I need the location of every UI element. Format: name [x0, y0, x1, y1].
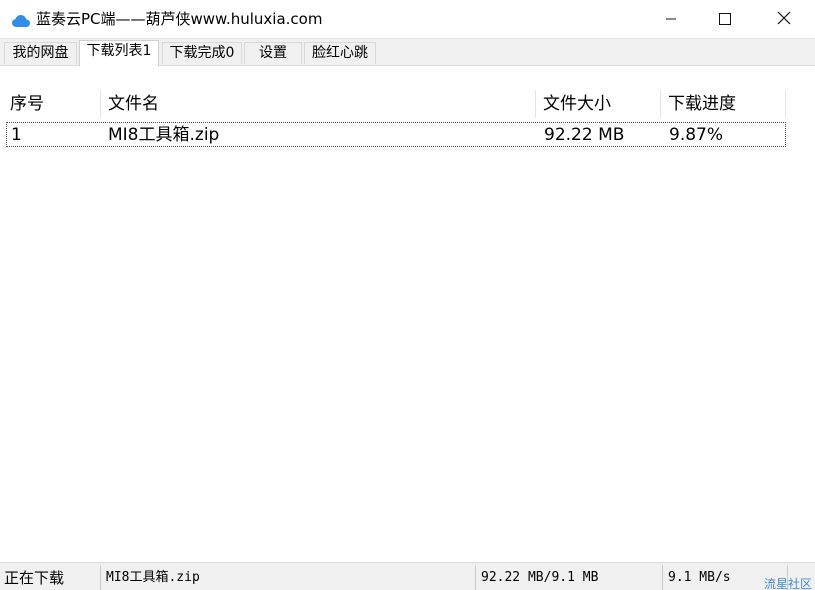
cloud-icon	[12, 12, 30, 27]
row-size: 92.22 MB	[544, 125, 625, 145]
app-window: 蓝奏云PC端——葫芦侠www.huluxia.com 我的网盘 下载列表1 下载…	[0, 0, 815, 590]
status-divider	[100, 565, 101, 590]
status-speed: 9.1 MB/s	[668, 570, 731, 585]
tab-settings[interactable]: 设置	[244, 42, 302, 64]
minimize-button[interactable]	[648, 0, 694, 38]
tab-bar: 我的网盘 下载列表1 下载完成0 设置 脸红心跳	[0, 39, 815, 66]
table-row[interactable]: 1 MI8工具箱.zip 92.22 MB 9.87%	[6, 122, 786, 147]
tab-blush[interactable]: 脸红心跳	[304, 42, 376, 64]
tab-my-drive[interactable]: 我的网盘	[4, 42, 77, 64]
status-filename: MI8工具箱.zip	[106, 570, 200, 585]
window-title: 蓝奏云PC端——葫芦侠www.huluxia.com	[36, 10, 323, 28]
maximize-button[interactable]	[702, 0, 748, 38]
tab-download-list[interactable]: 下载列表1	[79, 40, 159, 66]
status-bar: 正在下载 MI8工具箱.zip 92.22 MB/9.1 MB 9.1 MB/s	[0, 562, 815, 590]
download-list[interactable]: 序号 文件名 文件大小 下载进度 1 MI8工具箱.zip 92.22 MB 9…	[0, 66, 815, 561]
close-icon	[777, 10, 791, 29]
tab-download-complete[interactable]: 下载完成0	[162, 42, 242, 64]
column-header-filename[interactable]: 文件名	[102, 92, 534, 116]
status-transfer: 92.22 MB/9.1 MB	[481, 570, 599, 585]
column-header-progress[interactable]: 下载进度	[662, 92, 784, 116]
column-divider[interactable]	[660, 90, 661, 118]
watermark-text: 流星社区	[764, 577, 813, 590]
row-filename: MI8工具箱.zip	[108, 125, 220, 145]
column-divider[interactable]	[535, 90, 536, 118]
row-progress: 9.87%	[669, 125, 724, 145]
column-header-size[interactable]: 文件大小	[537, 92, 659, 116]
row-index: 1	[11, 125, 22, 145]
column-divider[interactable]	[785, 90, 786, 118]
title-bar[interactable]: 蓝奏云PC端——葫芦侠www.huluxia.com	[0, 0, 815, 39]
status-divider	[662, 565, 663, 590]
maximize-icon	[719, 10, 731, 29]
close-button[interactable]	[761, 0, 807, 38]
minimize-icon	[665, 10, 677, 29]
status-divider	[475, 565, 476, 590]
status-state: 正在下载	[4, 569, 65, 587]
column-header-index[interactable]: 序号	[4, 92, 99, 116]
column-divider[interactable]	[100, 90, 101, 118]
